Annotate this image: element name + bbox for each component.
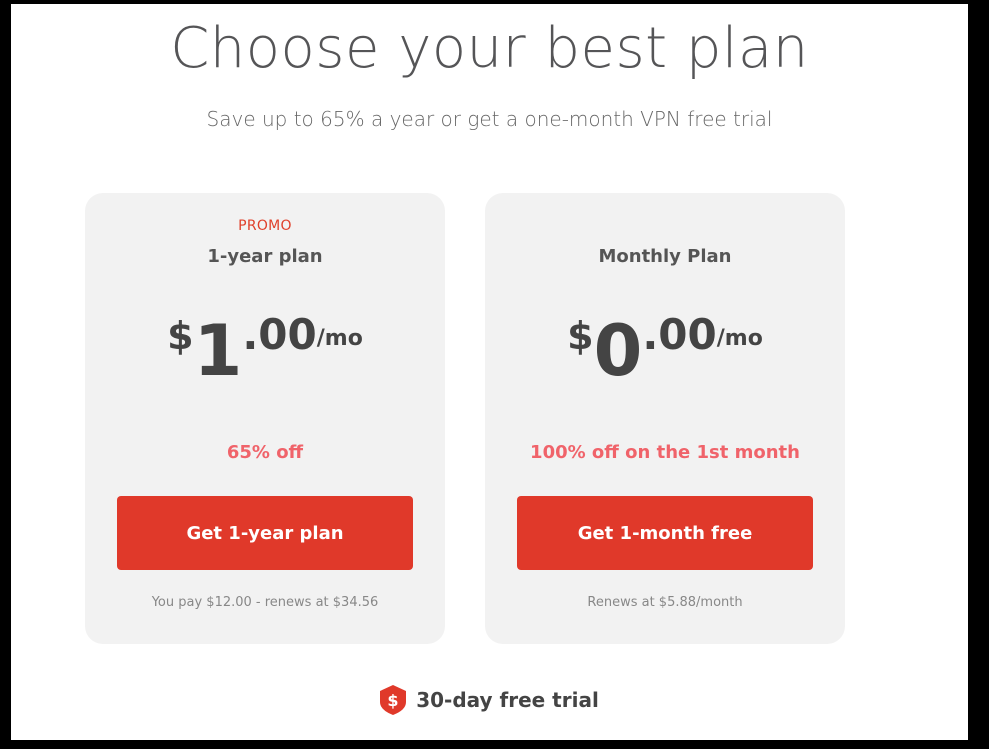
price-period: /mo bbox=[316, 326, 363, 351]
price-whole: 0 bbox=[593, 310, 643, 392]
plan-discount: 65% off bbox=[226, 442, 304, 463]
dollar-shield-icon: $ bbox=[380, 685, 407, 715]
free-trial-label: 30-day free trial bbox=[416, 688, 599, 712]
page-title: Choose your best plan bbox=[170, 16, 809, 81]
plan-name: Monthly Plan bbox=[598, 246, 732, 267]
price-cents: .00 bbox=[642, 310, 717, 359]
plan-price: $1.00/mo bbox=[85, 306, 445, 386]
price-cents: .00 bbox=[242, 310, 317, 359]
plan-card-yearly: PROMO 1-year plan $1.00/mo 65% off Get 1… bbox=[85, 193, 445, 644]
plan-renewal-note: You pay $12.00 - renews at $34.56 bbox=[151, 595, 379, 610]
guarantee-row: $ 30-day free trial bbox=[11, 685, 968, 715]
plan-price: $0.00/mo bbox=[485, 306, 845, 386]
price-currency: $ bbox=[567, 314, 594, 358]
promo-badge: PROMO bbox=[238, 218, 292, 234]
plan-name: 1-year plan bbox=[207, 246, 323, 267]
plan-renewal-note: Renews at $5.88/month bbox=[587, 595, 743, 610]
price-period: /mo bbox=[716, 326, 763, 351]
plan-card-monthly: Monthly Plan $0.00/mo 100% off on the 1s… bbox=[485, 193, 845, 644]
price-currency: $ bbox=[167, 314, 194, 358]
get-1-month-free-button[interactable]: Get 1-month free bbox=[517, 496, 813, 570]
price-whole: 1 bbox=[193, 310, 243, 392]
get-1-year-plan-button[interactable]: Get 1-year plan bbox=[117, 496, 413, 570]
pricing-page: Choose your best plan Save up to 65% a y… bbox=[11, 4, 968, 740]
plan-discount: 100% off on the 1st month bbox=[530, 442, 800, 463]
svg-text:$: $ bbox=[388, 691, 399, 710]
page-subtitle: Save up to 65% a year or get a one-month… bbox=[206, 107, 773, 131]
